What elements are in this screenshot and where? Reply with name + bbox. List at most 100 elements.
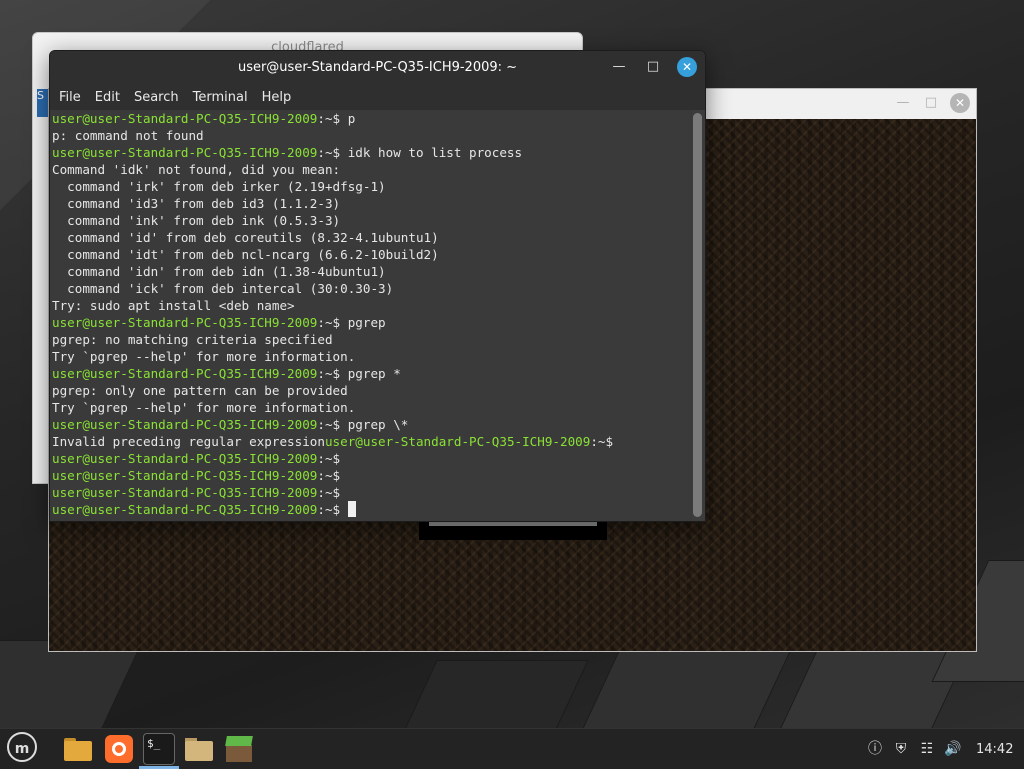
terminal-line: user@user-Standard-PC-Q35-ICH9-2009:~$ p… — [52, 365, 692, 382]
terminal-prompt: user@user-Standard-PC-Q35-ICH9-2009 — [52, 485, 318, 500]
terminal-line: user@user-Standard-PC-Q35-ICH9-2009:~$ p… — [52, 314, 692, 331]
terminal-output-text: Try `pgrep --help' for more information. — [52, 400, 356, 415]
terminal-output-text: pgrep: only one pattern can be provided — [52, 383, 348, 398]
terminal-prompt: user@user-Standard-PC-Q35-ICH9-2009 — [52, 451, 318, 466]
wallpaper-tile — [580, 650, 792, 728]
terminal-line: Invalid preceding regular expressionuser… — [52, 433, 692, 450]
terminal-output-text: p: command not found — [52, 128, 204, 143]
terminal-output-text: command 'idt' from deb ncl-ncarg (6.6.2-… — [52, 247, 439, 262]
terminal-prompt-suffix: :~$ — [317, 468, 341, 483]
terminal-prompt: user@user-Standard-PC-Q35-ICH9-2009 — [324, 434, 591, 449]
terminal-command: p — [340, 111, 356, 126]
terminal-output-text: command 'irk' from deb irker (2.19+dfsg-… — [52, 179, 386, 194]
terminal-scrollbar[interactable] — [693, 113, 702, 517]
terminal-line: user@user-Standard-PC-Q35-ICH9-2009:~$ p… — [52, 416, 692, 433]
terminal-prompt: user@user-Standard-PC-Q35-ICH9-2009 — [52, 111, 318, 126]
menu-terminal[interactable]: Help — [255, 90, 299, 105]
terminal-output-text: Command 'idk' not found, did you mean: — [52, 162, 341, 177]
terminal-output-text: command 'id3' from deb id3 (1.1.2-3) — [52, 196, 341, 211]
terminal-prompt: user@user-Standard-PC-Q35-ICH9-2009 — [52, 145, 318, 160]
terminal-output-text: command 'idn' from deb idn (1.38-4ubuntu… — [52, 264, 386, 279]
terminal-line: Command 'idk' not found, did you mean: — [52, 161, 692, 178]
network-icon[interactable]: ☷ — [918, 740, 936, 758]
firefox-icon[interactable] — [103, 733, 135, 765]
terminal-command: pgrep * — [340, 366, 401, 381]
menu-view[interactable]: Search — [127, 90, 186, 105]
taskbar: m $_ ⓘ ⛨ ☷ 🔊 14:42 — [0, 728, 1024, 769]
shield-icon[interactable]: ⛨ — [892, 740, 910, 758]
maximize-icon[interactable]: □ — [643, 57, 663, 77]
terminal-prompt-suffix: :~$ — [317, 111, 341, 126]
minecraft-icon[interactable] — [223, 733, 255, 765]
game-progress-panel — [419, 519, 607, 540]
terminal-line: command 'id3' from deb id3 (1.1.2-3) — [52, 195, 692, 212]
menu-edit[interactable]: Edit — [88, 90, 127, 105]
terminal-icon[interactable]: $_ — [143, 733, 175, 765]
terminal-output-text: command 'id' from deb coreutils (8.32-4.… — [52, 230, 439, 245]
terminal-cursor[interactable] — [347, 501, 356, 517]
terminal-line: command 'idt' from deb ncl-ncarg (6.6.2-… — [52, 246, 692, 263]
terminal-line: user@user-Standard-PC-Q35-ICH9-2009:~$ — [52, 467, 692, 484]
terminal-output[interactable]: user@user-Standard-PC-Q35-ICH9-2009:~$ p… — [50, 110, 692, 521]
mint-menu-icon[interactable]: m — [7, 732, 37, 762]
terminal-line: user@user-Standard-PC-Q35-ICH9-2009:~$ — [52, 450, 692, 467]
minimize-icon[interactable]: — — [894, 94, 912, 112]
update-manager-icon[interactable]: ⓘ — [866, 740, 884, 758]
menu-search[interactable]: Terminal — [186, 90, 255, 105]
terminal-title: user@user-Standard-PC-Q35-ICH9-2009: ~ — [237, 60, 518, 75]
terminal-output-text: command 'ink' from deb ink (0.5.3-3) — [52, 213, 341, 228]
terminal-line: user@user-Standard-PC-Q35-ICH9-2009:~$ i… — [52, 144, 692, 161]
menu-file[interactable]: File — [52, 90, 88, 105]
terminal-line: command 'id' from deb coreutils (8.32-4.… — [52, 229, 692, 246]
terminal-prompt-suffix: :~$ — [317, 451, 341, 466]
minimize-icon[interactable]: — — [609, 57, 629, 77]
terminal-line: Try `pgrep --help' for more information. — [52, 348, 692, 365]
wallpaper-tile — [403, 660, 589, 728]
clock[interactable]: 14:42 — [976, 742, 1013, 757]
volume-icon[interactable]: 🔊 — [944, 740, 962, 758]
terminal-output-text: pgrep: no matching criteria specified — [52, 332, 333, 347]
terminal-command: pgrep \* — [340, 417, 409, 432]
terminal-prompt: user@user-Standard-PC-Q35-ICH9-2009 — [52, 417, 318, 432]
terminal-prompt-suffix: :~$ — [317, 502, 341, 517]
close-icon[interactable]: ✕ — [950, 93, 970, 113]
terminal-line: command 'ick' from deb intercal (30:0.30… — [52, 280, 692, 297]
terminal-window[interactable]: user@user-Standard-PC-Q35-ICH9-2009: ~ —… — [49, 50, 706, 522]
terminal-prompt-suffix: :~$ — [590, 434, 614, 449]
file-manager-icon[interactable] — [183, 733, 215, 765]
terminal-scrollbar-thumb[interactable] — [693, 113, 702, 517]
terminal-prompt-suffix: :~$ — [317, 315, 341, 330]
terminal-line: pgrep: no matching criteria specified — [52, 331, 692, 348]
terminal-titlebar[interactable]: user@user-Standard-PC-Q35-ICH9-2009: ~ —… — [50, 51, 705, 84]
terminal-command: pgrep — [340, 315, 386, 330]
terminal-line: user@user-Standard-PC-Q35-ICH9-2009:~$ — [52, 501, 692, 518]
terminal-output-text: command 'ick' from deb intercal (30:0.30… — [52, 281, 394, 296]
terminal-prompt-suffix: :~$ — [317, 145, 341, 160]
game-progress-bar — [429, 522, 597, 526]
terminal-output-text: Try: sudo apt install <deb name> — [52, 298, 295, 313]
terminal-prompt-suffix: :~$ — [317, 366, 341, 381]
system-tray: ⓘ ⛨ ☷ 🔊 14:42 — [866, 729, 1013, 769]
terminal-line: command 'ink' from deb ink (0.5.3-3) — [52, 212, 692, 229]
terminal-prompt: user@user-Standard-PC-Q35-ICH9-2009 — [52, 315, 318, 330]
terminal-line: Try: sudo apt install <deb name> — [52, 297, 692, 314]
terminal-prompt: user@user-Standard-PC-Q35-ICH9-2009 — [52, 502, 318, 517]
terminal-prompt-suffix: :~$ — [317, 485, 341, 500]
terminal-line: Try `pgrep --help' for more information. — [52, 399, 692, 416]
close-icon[interactable]: ✕ — [677, 57, 697, 77]
terminal-line: user@user-Standard-PC-Q35-ICH9-2009:~$ p — [52, 110, 692, 127]
terminal-output-text: Invalid preceding regular expression — [52, 434, 325, 449]
terminal-line: command 'idn' from deb idn (1.38-4ubuntu… — [52, 263, 692, 280]
terminal-icon-glyph: $_ — [143, 733, 175, 765]
terminal-prompt-suffix: :~$ — [317, 417, 341, 432]
terminal-line: p: command not found — [52, 127, 692, 144]
terminal-prompt: user@user-Standard-PC-Q35-ICH9-2009 — [52, 366, 318, 381]
terminal-line: user@user-Standard-PC-Q35-ICH9-2009:~$ — [52, 484, 692, 501]
terminal-line: pgrep: only one pattern can be provided — [52, 382, 692, 399]
files-icon[interactable] — [62, 733, 94, 765]
terminal-prompt: user@user-Standard-PC-Q35-ICH9-2009 — [52, 468, 318, 483]
terminal-line: command 'irk' from deb irker (2.19+dfsg-… — [52, 178, 692, 195]
wallpaper-tile — [0, 640, 144, 728]
terminal-command: idk how to list process — [340, 145, 523, 160]
maximize-icon[interactable]: □ — [922, 94, 940, 112]
